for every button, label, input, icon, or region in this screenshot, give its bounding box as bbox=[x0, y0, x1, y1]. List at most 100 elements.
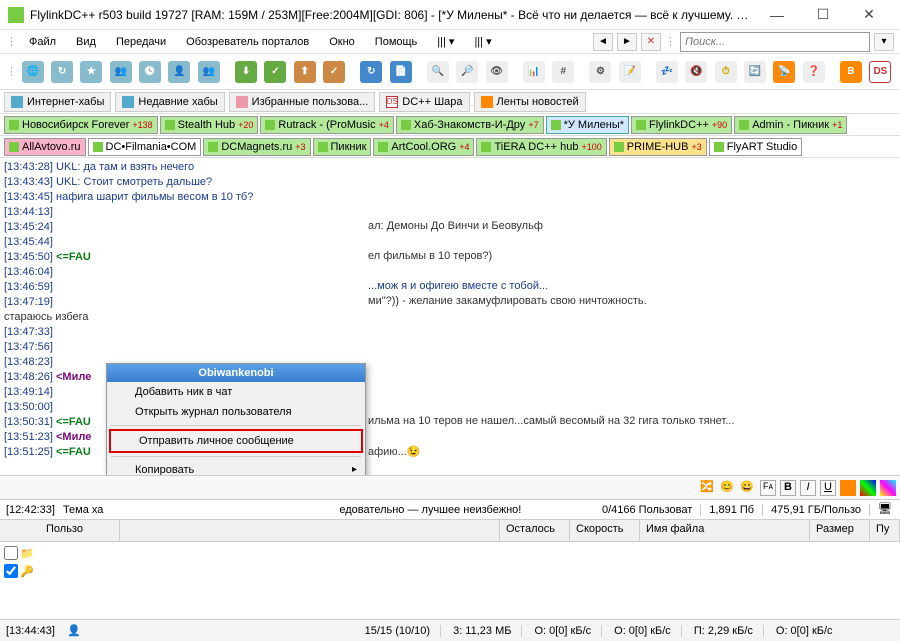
close-button[interactable]: ✕ bbox=[846, 0, 892, 30]
tb-upload-icon[interactable]: ⬆ bbox=[291, 58, 318, 86]
tab-internet-hubs[interactable]: Интернет-хабы bbox=[4, 92, 111, 112]
nav-close-button[interactable]: ✕ bbox=[641, 33, 661, 51]
menu-portals[interactable]: Обозреватель порталов bbox=[178, 34, 317, 50]
status-topic-tail: едовательно — лучшее неизбежно! bbox=[339, 504, 594, 516]
chat-fragment: ильма на 10 теров не нашел...самый весом… bbox=[368, 415, 734, 427]
ds-icon: DS bbox=[386, 96, 398, 108]
tb-adl-icon[interactable]: 🔎 bbox=[454, 58, 481, 86]
menu-window[interactable]: Окно bbox=[321, 34, 363, 50]
tab-fav-users[interactable]: Избранные пользова... bbox=[229, 92, 376, 112]
tb-users-icon[interactable]: 👥 bbox=[107, 58, 134, 86]
maximize-button[interactable]: ☐ bbox=[800, 0, 846, 30]
nav-back-button[interactable]: ◄ bbox=[593, 33, 613, 51]
tb-favusers-icon[interactable]: 👤 bbox=[166, 58, 193, 86]
tb-a-icon[interactable]: 👥 bbox=[195, 58, 222, 86]
tb-b1-icon[interactable]: ❓ bbox=[800, 58, 827, 86]
tb-download-icon[interactable]: ⬇ bbox=[232, 58, 259, 86]
color3-icon[interactable] bbox=[880, 480, 896, 496]
context-menu-item[interactable]: Открыть журнал пользователя bbox=[107, 402, 365, 422]
filter-checkbox-1[interactable] bbox=[4, 546, 18, 560]
monitor-icon[interactable]: 🖥 bbox=[878, 502, 894, 518]
th-size[interactable]: Размер bbox=[810, 520, 870, 541]
tb-net-icon[interactable]: 📊 bbox=[520, 58, 547, 86]
chat-line: [13:45:44] bbox=[4, 235, 896, 250]
footer-shared: 3: 11,23 МБ bbox=[453, 625, 522, 637]
th-filename[interactable]: Имя файла bbox=[640, 520, 810, 541]
tb-ds-icon[interactable]: DS bbox=[867, 58, 894, 86]
context-menu-item[interactable]: Добавить ник в чат bbox=[107, 382, 365, 402]
italic-icon[interactable]: I bbox=[800, 480, 816, 496]
color2-icon[interactable] bbox=[860, 480, 876, 496]
hub-tab[interactable]: Admin - Пикник+1 bbox=[734, 116, 847, 134]
menu-file[interactable]: Файл bbox=[21, 34, 64, 50]
bold-icon[interactable]: B bbox=[780, 480, 796, 496]
font-icon[interactable]: Fᴀ bbox=[760, 480, 776, 496]
tab-recent-hubs[interactable]: Недавние хабы bbox=[115, 92, 224, 112]
tb-finished-dl-icon[interactable]: ✓ bbox=[262, 58, 289, 86]
tb-fav-icon[interactable]: ★ bbox=[78, 58, 105, 86]
tb-refresh-icon[interactable]: ↻ bbox=[358, 58, 385, 86]
hub-tab[interactable]: *У Милены* bbox=[546, 116, 629, 134]
emoji-icon[interactable]: 😊 bbox=[720, 480, 736, 496]
hub-tab[interactable]: Rutrack - (ProMusic+4 bbox=[260, 116, 393, 134]
hub-tab[interactable]: AllAvtovo.ru bbox=[4, 138, 86, 156]
hub-tab[interactable]: ArtCool.ORG+4 bbox=[373, 138, 474, 156]
th-speed[interactable]: Скорость bbox=[570, 520, 640, 541]
hub-tab[interactable]: PRIME-HUB+3 bbox=[609, 138, 707, 156]
window-title: FlylinkDC++ r503 build 19727 [RAM: 159M … bbox=[30, 8, 754, 22]
menu-help[interactable]: Помощь bbox=[367, 34, 426, 50]
tb-recents-icon[interactable]: 🕓 bbox=[136, 58, 163, 86]
menu-view[interactable]: Вид bbox=[68, 34, 104, 50]
th-path[interactable]: Пу bbox=[870, 520, 900, 541]
tb-notepad-icon[interactable]: 📝 bbox=[616, 58, 643, 86]
switch-icon[interactable]: 🔀 bbox=[700, 480, 716, 496]
app-statusbar: [13:44:43] 👤 15/15 (10/10) 3: 11,23 МБ О… bbox=[0, 619, 900, 641]
tb-finished-ul-icon[interactable]: ✓ bbox=[320, 58, 347, 86]
tab-dc-share[interactable]: DSDC++ Шара bbox=[379, 92, 469, 112]
hub-tab[interactable]: Stealth Hub+20 bbox=[160, 116, 259, 134]
search-dropdown-button[interactable]: ▾ bbox=[874, 33, 894, 51]
search-input[interactable] bbox=[680, 32, 870, 52]
nav-fwd-button[interactable]: ► bbox=[617, 33, 637, 51]
main-toolbar: ⋮ 🌐 ↻ ★ 👥 🕓 👤 👥 ⬇ ✓ ⬆ ✓ ↻ 📄 🔍 🔎 👁 📊 # ⚙ … bbox=[0, 54, 900, 90]
color1-icon[interactable] bbox=[840, 480, 856, 496]
context-menu-item[interactable]: Отправить личное сообщение bbox=[111, 431, 361, 451]
smile2-icon[interactable]: 😄 bbox=[740, 480, 756, 496]
th-user[interactable]: Пользо bbox=[40, 520, 120, 541]
menubar: ⋮ Файл Вид Передачи Обозреватель портало… bbox=[0, 30, 900, 54]
status-per-user: 475,91 ГБ/Пользо bbox=[771, 504, 870, 516]
tb-limit-icon[interactable]: ⏱ bbox=[712, 58, 739, 86]
tb-rss-icon[interactable]: 📡 bbox=[771, 58, 798, 86]
tb-updates-icon[interactable]: 🔄 bbox=[741, 58, 768, 86]
chat-line: [13:43:43] UKL: Стоит смотреть дальше? bbox=[4, 175, 896, 190]
minimize-button[interactable]: — bbox=[754, 0, 800, 30]
underline-icon[interactable]: U bbox=[820, 480, 836, 496]
hub-tab[interactable]: DCMagnets.ru+3 bbox=[203, 138, 310, 156]
tb-hubs-icon[interactable]: 🌐 bbox=[19, 58, 46, 86]
filter-checkbox-2[interactable] bbox=[4, 564, 18, 578]
tb-filelist-icon[interactable]: 📄 bbox=[387, 58, 414, 86]
hub-tab[interactable]: TiERA DC++ hub+100 bbox=[476, 138, 606, 156]
tab-news[interactable]: Ленты новостей bbox=[474, 92, 586, 112]
menu-extra1[interactable]: ||| ▾ bbox=[429, 33, 462, 50]
tb-spy-icon[interactable]: 👁 bbox=[483, 58, 510, 86]
tb-sounds-icon[interactable]: 🔇 bbox=[683, 58, 710, 86]
tb-reconnect-icon[interactable]: ↻ bbox=[48, 58, 75, 86]
tb-search-icon[interactable]: 🔍 bbox=[424, 58, 451, 86]
tb-settings-icon[interactable]: ⚙ bbox=[587, 58, 614, 86]
hub-tab[interactable]: FlylinkDC+++90 bbox=[631, 116, 732, 134]
tb-hash-icon[interactable]: # bbox=[550, 58, 577, 86]
menu-extra2[interactable]: ||| ▾ bbox=[466, 33, 499, 50]
hub-tab[interactable]: FlyART Studio bbox=[709, 138, 803, 156]
hub-tab[interactable]: Пикник bbox=[313, 138, 372, 156]
tb-blog-icon[interactable]: B bbox=[837, 58, 864, 86]
context-menu-item[interactable]: Копировать bbox=[107, 460, 365, 476]
status-topic: Тема ха bbox=[63, 504, 103, 516]
rss-icon bbox=[481, 96, 493, 108]
menu-transfers[interactable]: Передачи bbox=[108, 34, 174, 50]
hub-tab[interactable]: Новосибирск Forever+138 bbox=[4, 116, 158, 134]
tb-away-icon[interactable]: 💤 bbox=[653, 58, 680, 86]
hub-tab[interactable]: Хаб-Знакомств-И-Дру+7 bbox=[396, 116, 544, 134]
th-remaining[interactable]: Осталось bbox=[500, 520, 570, 541]
hub-tab[interactable]: DC•Filmania•COM bbox=[88, 138, 202, 156]
